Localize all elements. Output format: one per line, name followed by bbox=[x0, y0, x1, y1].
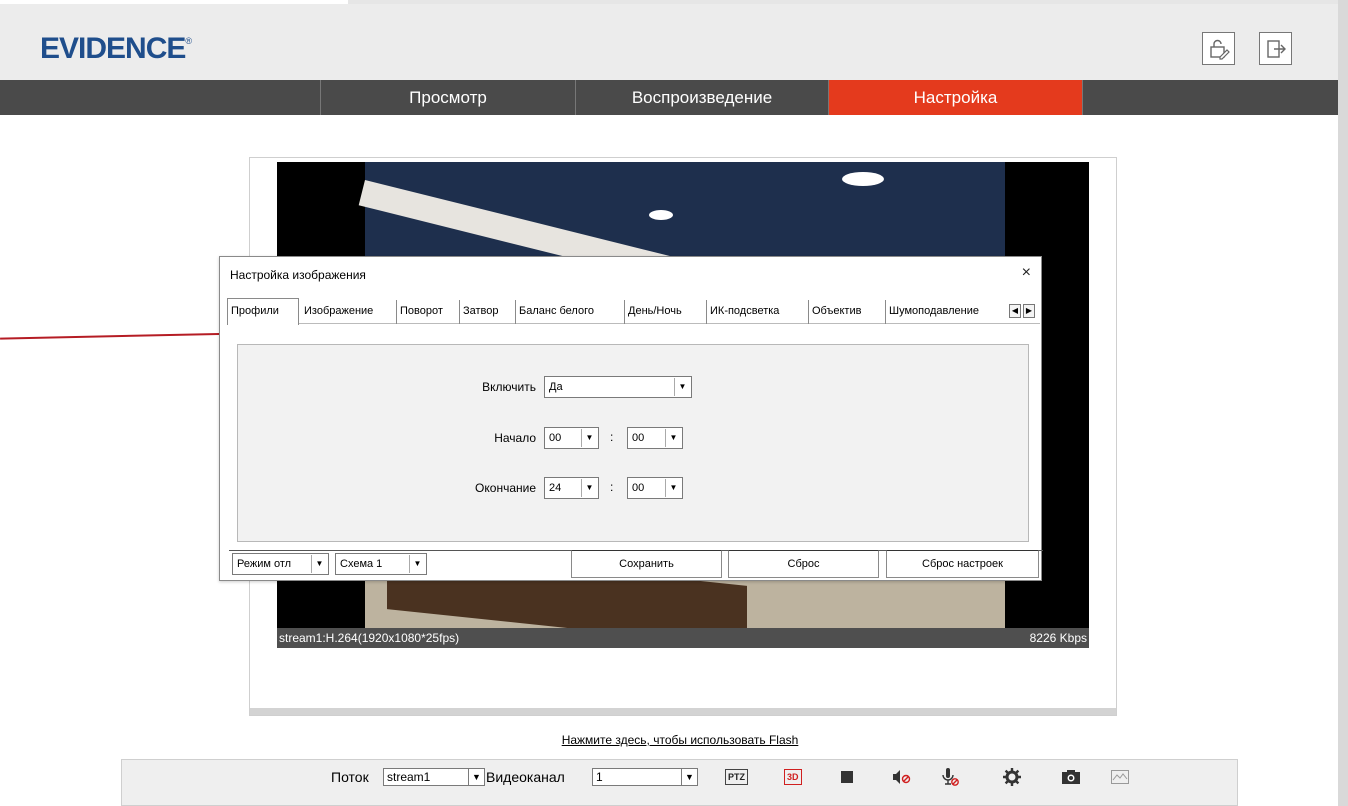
nav-view[interactable]: Просмотр bbox=[320, 80, 575, 115]
start-minute-select[interactable]: 00 ▼ bbox=[627, 427, 683, 449]
lock-edit-icon-svg bbox=[1209, 39, 1230, 60]
tab-scroll-left-icon[interactable]: ◀ bbox=[1009, 304, 1021, 318]
scheme-select-value: Схема 1 bbox=[340, 558, 383, 570]
tab-ir-light[interactable]: ИК-подсветка bbox=[707, 300, 809, 324]
microphone-button[interactable] bbox=[940, 767, 960, 787]
chevron-down-icon: ▼ bbox=[681, 769, 697, 785]
dialog-tabs: Профили Изображение Поворот Затвор Балан… bbox=[227, 298, 1040, 325]
save-button[interactable]: Сохранить bbox=[571, 550, 722, 578]
logout-icon[interactable] bbox=[1259, 32, 1292, 65]
nav-playback[interactable]: Воспроизведение bbox=[575, 80, 828, 115]
scrollbar-track[interactable] bbox=[1338, 0, 1348, 806]
camera-icon bbox=[1062, 770, 1080, 784]
end-minute-value: 00 bbox=[632, 482, 645, 494]
statistics-button[interactable] bbox=[1111, 767, 1129, 787]
video-channel-label: Видеоканал bbox=[486, 769, 565, 785]
lock-edit-icon[interactable] bbox=[1202, 32, 1235, 65]
tab-white-balance[interactable]: Баланс белого bbox=[516, 300, 625, 324]
start-row: Начало 00 ▼ : 00 ▼ bbox=[238, 427, 1028, 449]
stream-bitrate: 8226 Kbps bbox=[1029, 631, 1087, 645]
mic-off-icon bbox=[942, 768, 959, 786]
enable-label: Включить bbox=[482, 380, 536, 394]
tab-scroll-right-icon[interactable]: ▶ bbox=[1023, 304, 1035, 318]
chevron-down-icon: ▼ bbox=[409, 555, 425, 573]
use-flash-link[interactable]: Нажмите здесь, чтобы использовать Flash bbox=[0, 733, 1348, 747]
chevron-down-icon: ▼ bbox=[674, 378, 690, 396]
main-nav: Просмотр Воспроизведение Настройка bbox=[0, 80, 1338, 115]
end-minute-select[interactable]: 00 ▼ bbox=[627, 477, 683, 499]
stream-info-bar: stream1:H.264(1920x1080*25fps) 8226 Kbps bbox=[277, 628, 1089, 648]
stream-select[interactable]: stream1 ▼ bbox=[383, 768, 485, 786]
chevron-down-icon: ▼ bbox=[581, 479, 597, 497]
mode-select[interactable]: Режим отл ▼ bbox=[232, 553, 329, 575]
time-separator: : bbox=[610, 430, 614, 444]
dialog-bottom-bar: Режим отл ▼ Схема 1 ▼ Сохранить Сброс Сб… bbox=[229, 550, 1043, 578]
stop-button[interactable] bbox=[840, 767, 854, 787]
close-icon[interactable]: × bbox=[1022, 264, 1031, 282]
logo: EVIDENCE® bbox=[40, 32, 192, 66]
settings-icon bbox=[1003, 768, 1021, 786]
enable-row: Включить Да ▼ bbox=[238, 376, 1028, 398]
chevron-down-icon: ▼ bbox=[581, 429, 597, 447]
logo-registered-mark: ® bbox=[185, 36, 192, 46]
reset-settings-button[interactable]: Сброс настроек bbox=[886, 550, 1039, 578]
end-label: Окончание bbox=[475, 481, 536, 495]
dialog-title: Настройка изображения bbox=[230, 268, 366, 282]
stream-info: stream1:H.264(1920x1080*25fps) bbox=[279, 631, 460, 645]
3d-button[interactable]: 3D bbox=[784, 767, 802, 787]
stop-icon bbox=[841, 771, 853, 783]
video-channel-select[interactable]: 1 ▼ bbox=[592, 768, 698, 786]
chevron-down-icon: ▼ bbox=[311, 555, 327, 573]
start-label: Начало bbox=[494, 431, 536, 445]
enable-select-value: Да bbox=[549, 381, 563, 393]
start-hour-value: 00 bbox=[549, 432, 562, 444]
ptz-icon: PTZ bbox=[725, 769, 748, 785]
video-lamp bbox=[649, 210, 673, 220]
tab-rotation[interactable]: Поворот bbox=[397, 300, 460, 324]
video-lamp bbox=[842, 172, 884, 186]
start-minute-value: 00 bbox=[632, 432, 645, 444]
tab-shutter[interactable]: Затвор bbox=[460, 300, 516, 324]
tab-day-night[interactable]: День/Ночь bbox=[625, 300, 707, 324]
end-hour-select[interactable]: 24 ▼ bbox=[544, 477, 599, 499]
mute-button[interactable] bbox=[892, 767, 912, 787]
end-row: Окончание 24 ▼ : 00 ▼ bbox=[238, 477, 1028, 499]
logout-icon-svg bbox=[1266, 39, 1286, 58]
3d-icon: 3D bbox=[784, 769, 802, 785]
tab-profiles[interactable]: Профили bbox=[227, 298, 299, 325]
logo-text: EVIDENCE bbox=[40, 32, 186, 65]
header: EVIDENCE® bbox=[0, 4, 1338, 80]
chevron-down-icon: ▼ bbox=[468, 769, 484, 785]
image-settings-dialog: Настройка изображения × Профили Изображе… bbox=[219, 256, 1043, 581]
video-channel-value: 1 bbox=[596, 770, 603, 784]
chevron-down-icon: ▼ bbox=[665, 429, 681, 447]
video-panel-footer bbox=[250, 708, 1116, 715]
tab-noise-reduction[interactable]: Шумоподавление bbox=[886, 300, 1004, 324]
reset-button[interactable]: Сброс bbox=[728, 550, 879, 578]
start-hour-select[interactable]: 00 ▼ bbox=[544, 427, 599, 449]
page: EVIDENCE® Просмотр Воспроизведение Настр… bbox=[0, 0, 1348, 806]
profiles-panel: Включить Да ▼ Начало 00 ▼ : 00 ▼ Окончан… bbox=[237, 344, 1029, 542]
tab-lens[interactable]: Объектив bbox=[809, 300, 886, 324]
scheme-select[interactable]: Схема 1 ▼ bbox=[335, 553, 427, 575]
chevron-down-icon: ▼ bbox=[665, 479, 681, 497]
mode-select-value: Режим отл bbox=[237, 558, 292, 570]
nav-settings[interactable]: Настройка bbox=[828, 80, 1082, 115]
nav-divider bbox=[1082, 80, 1083, 115]
ptz-button[interactable]: PTZ bbox=[725, 767, 748, 787]
enable-select[interactable]: Да ▼ bbox=[544, 376, 692, 398]
settings-button[interactable] bbox=[1003, 767, 1021, 787]
stream-label: Поток bbox=[331, 769, 369, 785]
chart-icon bbox=[1111, 770, 1129, 784]
stream-select-value: stream1 bbox=[387, 770, 431, 784]
mute-icon bbox=[893, 770, 911, 784]
snapshot-button[interactable] bbox=[1061, 767, 1081, 787]
time-separator: : bbox=[610, 480, 614, 494]
player-toolbar: Поток stream1 ▼ Видеоканал 1 ▼ PTZ 3D bbox=[121, 759, 1238, 806]
end-hour-value: 24 bbox=[549, 482, 562, 494]
tab-image[interactable]: Изображение bbox=[301, 300, 397, 324]
